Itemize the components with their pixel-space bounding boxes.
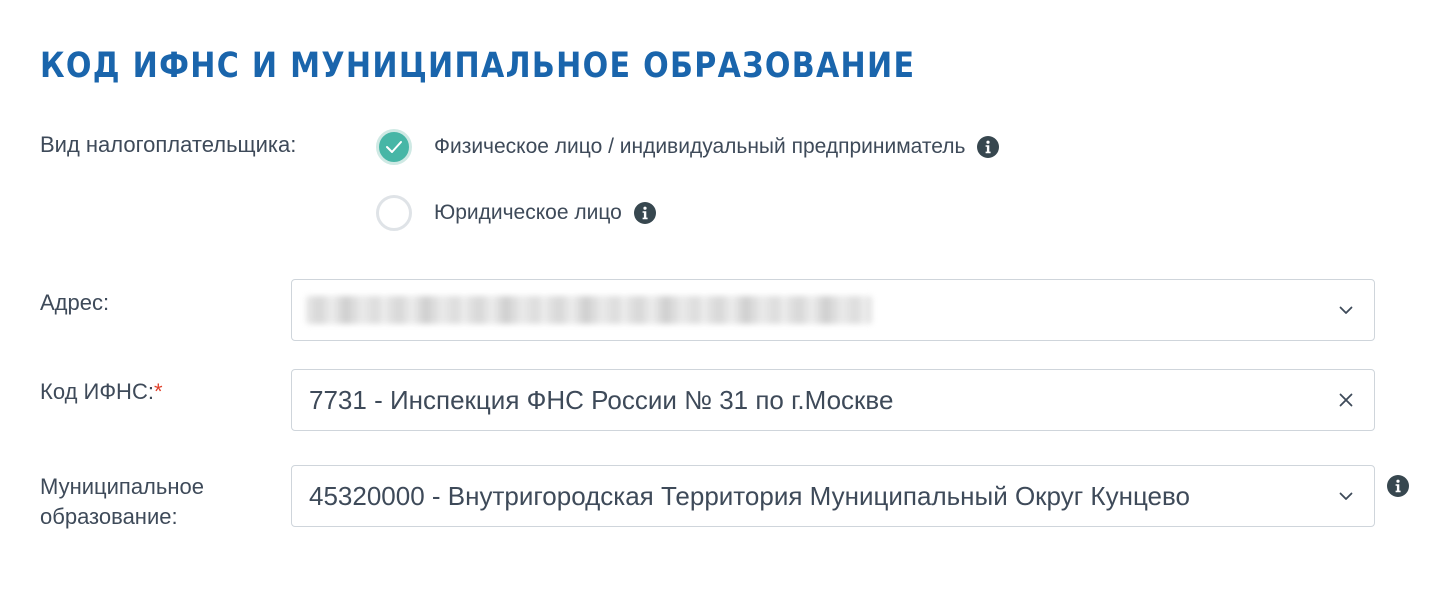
- municipality-label-line1: Муниципальное: [40, 474, 204, 499]
- taxpayer-type-label: Вид налогоплательщика:: [40, 132, 297, 157]
- chevron-down-icon[interactable]: [1318, 466, 1374, 526]
- address-select[interactable]: [291, 279, 1375, 341]
- address-label: Адрес:: [40, 290, 110, 315]
- radio-option-legal-entity[interactable]: Юридическое лицо: [376, 193, 656, 233]
- page-title: КОД ИФНС И МУНИЦИПАЛЬНОЕ ОБРАЗОВАНИЕ: [40, 46, 916, 86]
- municipality-value: 45320000 - Внутригородская Территория Му…: [309, 480, 1190, 511]
- redacted-text: [306, 296, 872, 324]
- info-icon[interactable]: [1387, 475, 1409, 497]
- radio-option-individual[interactable]: Физическое лицо / индивидуальный предпри…: [376, 127, 1000, 167]
- info-icon[interactable]: [977, 136, 1000, 158]
- ifns-code-select[interactable]: 7731 - Инспекция ФНС России № 31 по г.Мо…: [291, 369, 1375, 431]
- radio-button-unchecked[interactable]: [376, 195, 412, 231]
- close-icon[interactable]: [1318, 370, 1374, 430]
- ifns-code-value: 7731 - Инспекция ФНС России № 31 по г.Мо…: [309, 384, 894, 415]
- municipality-label-line2: образование:: [40, 504, 178, 529]
- radio-label-individual: Физическое лицо / индивидуальный предпри…: [434, 135, 966, 158]
- radio-label-legal-entity: Юридическое лицо: [434, 201, 622, 224]
- municipality-label: Муниципальное образование:: [40, 472, 204, 532]
- address-value-redacted: [292, 280, 1318, 340]
- municipality-select[interactable]: 45320000 - Внутригородская Территория Му…: [291, 465, 1375, 527]
- required-mark: *: [153, 379, 163, 404]
- ifns-code-label-text: Код ИФНС:: [40, 379, 154, 404]
- ifns-code-label: Код ИФНС:*: [40, 377, 163, 407]
- check-icon: [386, 141, 402, 153]
- info-icon[interactable]: [633, 202, 656, 224]
- chevron-down-icon[interactable]: [1318, 280, 1374, 340]
- radio-button-checked[interactable]: [376, 129, 412, 165]
